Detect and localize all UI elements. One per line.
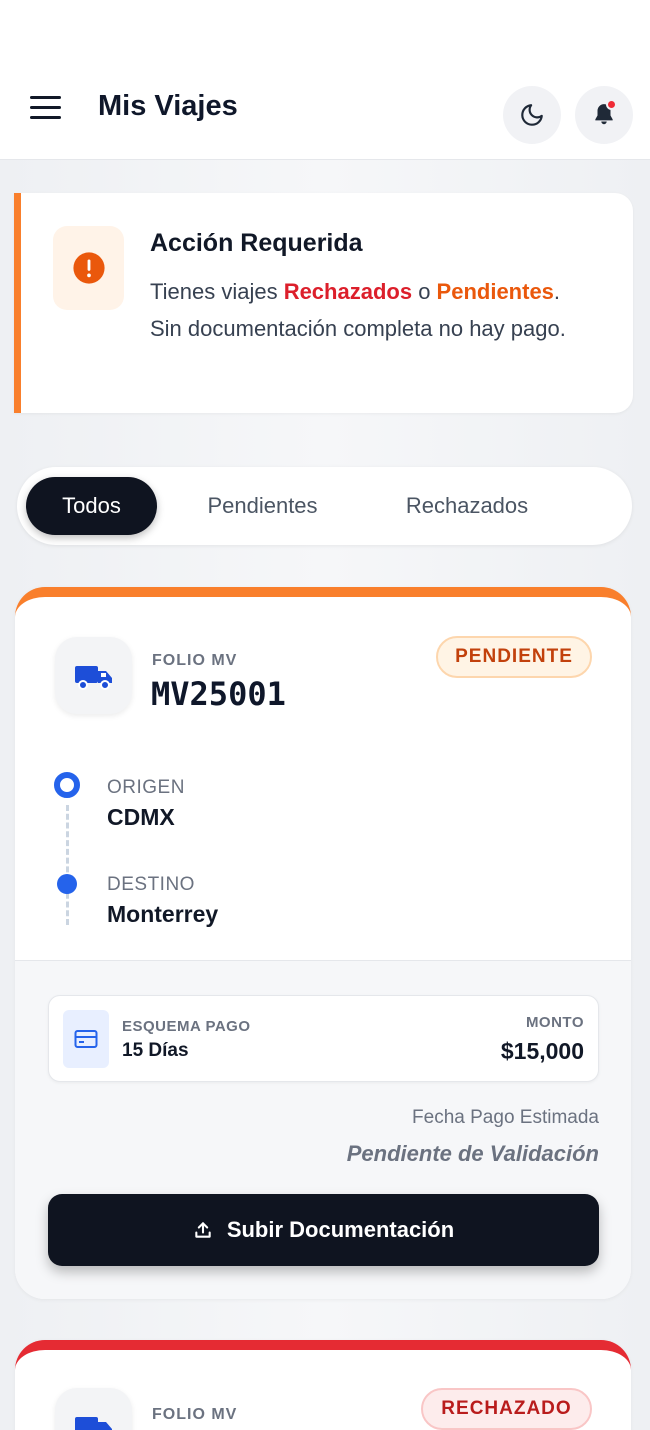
tab-pendientes[interactable]: Pendientes (187, 477, 338, 535)
action-required-alert: Acción Requerida Tienes viajes Rechazado… (14, 193, 633, 413)
truck-icon-box (55, 1388, 132, 1430)
notifications-button[interactable] (575, 86, 633, 144)
upload-icon (195, 1222, 211, 1238)
moon-icon (521, 104, 543, 126)
folio-label: FOLIO MV (152, 1406, 238, 1423)
trip-card-footer: ESQUEMA PAGO 15 Días MONTO $15,000 Fecha… (15, 960, 631, 1299)
route-line (66, 805, 69, 925)
payment-scheme-value: 15 Días (122, 1040, 189, 1061)
alert-text-prefix: Tienes viajes (150, 279, 284, 304)
alert-icon-box (53, 226, 124, 310)
status-badge: PENDIENTE (436, 636, 592, 678)
exclamation-icon (72, 252, 105, 284)
payment-icon-box (63, 1010, 109, 1068)
destination-marker (57, 874, 77, 894)
origin-value: CDMX (107, 804, 175, 830)
truck-icon (74, 665, 112, 690)
folio-value: MV25001 (151, 675, 286, 713)
status-badge: RECHAZADO (421, 1388, 592, 1430)
destination-label: DESTINO (107, 874, 195, 895)
credit-card-icon (74, 1030, 98, 1048)
page-title: Mis Viajes (98, 90, 238, 122)
alert-text: Tienes viajes Rechazados o Pendientes. S… (150, 273, 610, 347)
origin-marker (54, 772, 80, 798)
alert-title: Acción Requerida (150, 229, 363, 257)
payment-scheme-label: ESQUEMA PAGO (122, 1018, 251, 1035)
estimated-date-label: Fecha Pago Estimada (412, 1107, 599, 1128)
alert-pending-word: Pendientes (436, 279, 554, 304)
destination-value: Monterrey (107, 901, 219, 927)
notification-dot (606, 99, 617, 110)
truck-icon-box (55, 637, 132, 714)
alert-text-line2: Sin documentación completa no hay pago. (150, 316, 566, 341)
alert-rejected-word: Rechazados (283, 279, 413, 304)
app-header: Mis Viajes (0, 80, 650, 144)
trip-card[interactable]: FOLIO MV MV25001 PENDIENTE ORIGEN CDMX D… (15, 587, 631, 1299)
upload-documentation-button[interactable]: Subir Documentación (48, 1194, 599, 1266)
tab-todos[interactable]: Todos (26, 477, 157, 535)
filter-tabs: Todos Pendientes Rechazados (17, 467, 632, 545)
folio-label: FOLIO MV (152, 652, 238, 669)
origin-label: ORIGEN (107, 777, 185, 798)
trip-card[interactable]: FOLIO MV RECHAZADO (15, 1340, 631, 1430)
alert-connector: o (412, 279, 437, 304)
truck-icon (74, 1416, 112, 1430)
alert-suffix: . (553, 279, 561, 304)
estimated-date-value: Pendiente de Validación (346, 1141, 599, 1166)
theme-toggle-button[interactable] (503, 86, 561, 144)
upload-button-label: Subir Documentación (226, 1217, 455, 1242)
amount-value: $15,000 (500, 1038, 584, 1064)
hamburger-icon[interactable] (30, 96, 62, 122)
amount-label: MONTO (525, 1014, 584, 1031)
tab-rechazados[interactable]: Rechazados (389, 477, 545, 535)
payment-info-box: ESQUEMA PAGO 15 Días MONTO $15,000 (48, 995, 599, 1082)
